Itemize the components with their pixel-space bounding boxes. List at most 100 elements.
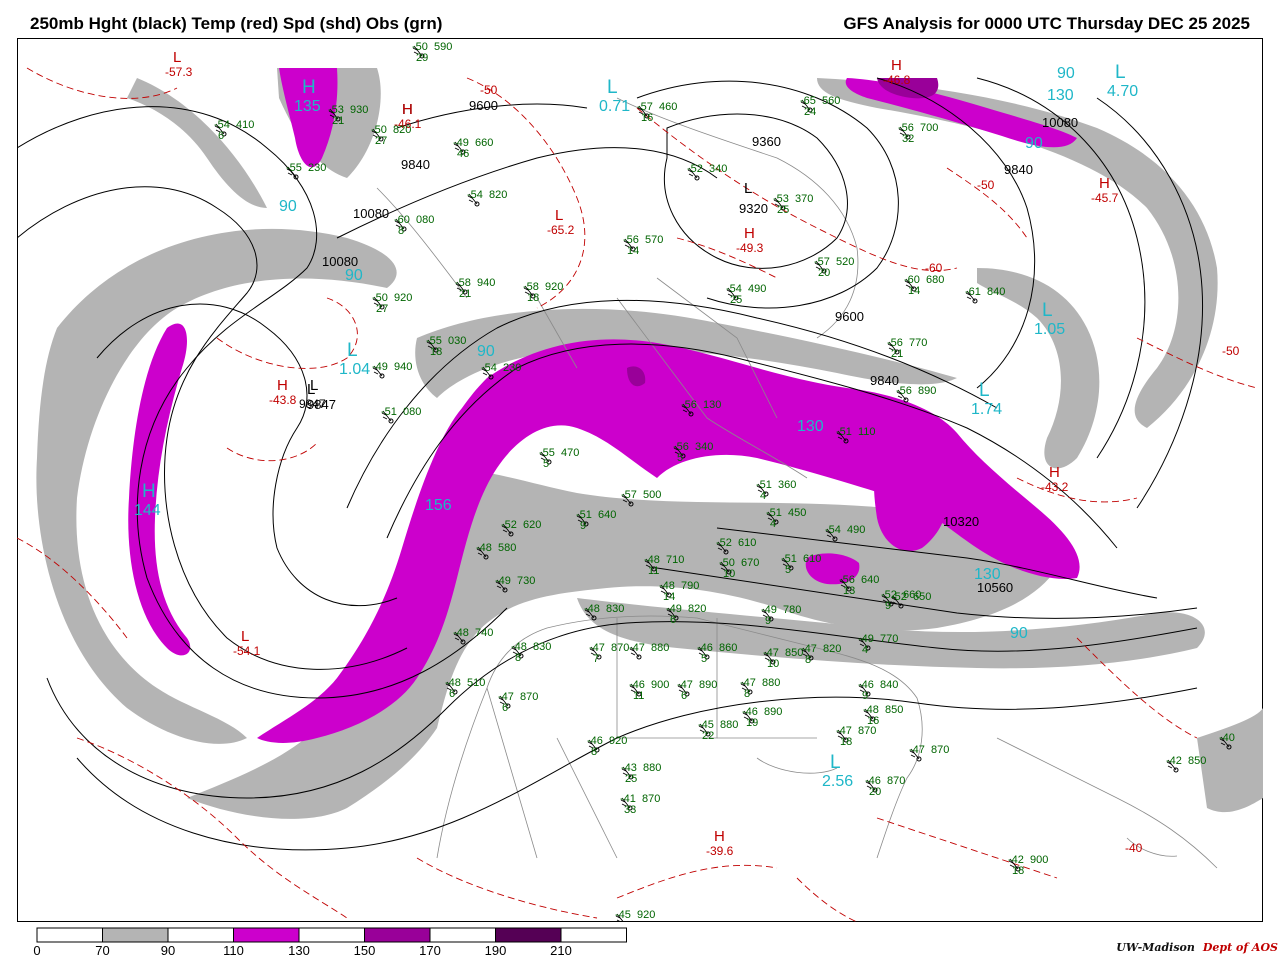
obs-height: 660: [475, 137, 493, 149]
obs-height: 820: [393, 124, 411, 136]
obs-height: 860: [719, 642, 737, 654]
center-marker-L: L: [241, 628, 249, 645]
obs-dewpoint: 8: [591, 746, 597, 758]
obs-height: 640: [861, 574, 879, 586]
obs-temp: -52: [501, 519, 517, 531]
obs-dewpoint: 27: [376, 303, 388, 315]
center-value: 1.04: [339, 361, 370, 378]
obs-dewpoint: 10: [767, 658, 779, 670]
obs-height: 840: [880, 679, 898, 691]
obs-height: 850: [1188, 755, 1206, 767]
obs-height: 710: [666, 554, 684, 566]
legend-box: [429, 927, 496, 943]
obs-height: 360: [778, 479, 796, 491]
weather-map: 9600984010080100809360932096009840984010…: [17, 38, 1263, 922]
obs-dewpoint: 6: [449, 688, 455, 700]
obs-height: 880: [643, 762, 661, 774]
obs-height: 490: [748, 283, 766, 295]
credit: UW-Madison Dept of AOS: [1116, 941, 1278, 954]
obs-height: 830: [533, 641, 551, 653]
speed-contour-label: 90: [1010, 625, 1028, 642]
height-contour-label: 9600: [835, 309, 864, 324]
obs-height: 920: [394, 292, 412, 304]
obs-height: 820: [489, 189, 507, 201]
obs-height: 940: [477, 277, 495, 289]
center-value: -45.7: [1091, 191, 1119, 205]
obs-dewpoint: 22: [702, 730, 714, 742]
center-value: -65.2: [547, 223, 575, 237]
obs-dewpoint: 18: [430, 346, 442, 358]
obs-temp: -49: [495, 575, 511, 587]
center-marker-L: L: [555, 207, 563, 224]
obs-dewpoint: 32: [902, 133, 914, 145]
center-marker-L: L: [1115, 62, 1126, 83]
obs-height: 560: [822, 95, 840, 107]
obs-temp: -56: [681, 399, 697, 411]
center-value: 1.05: [1034, 321, 1065, 338]
center-marker-L: L: [347, 340, 358, 361]
obs-height: 870: [611, 642, 629, 654]
obs-height: 940: [394, 361, 412, 373]
obs-height: 130: [703, 399, 721, 411]
obs-height: 610: [738, 537, 756, 549]
obs-height: 340: [695, 441, 713, 453]
obs-dewpoint: 14: [627, 245, 639, 257]
obs-dewpoint: 29: [416, 52, 428, 64]
obs-height: 080: [416, 214, 434, 226]
obs-dewpoint: 14: [663, 591, 675, 603]
obs-dewpoint: 8: [398, 225, 404, 237]
legend-tick-label: 130: [288, 943, 310, 958]
legend-box: [364, 927, 431, 943]
obs-dewpoint: 11: [633, 690, 644, 702]
temp-contour-label: -60: [925, 261, 943, 275]
obs-temp: -61: [965, 286, 981, 298]
legend-tick-label: 150: [354, 943, 376, 958]
obs-height: 870: [887, 775, 905, 787]
obs-height: 410: [236, 119, 254, 131]
obs-dewpoint: 10: [723, 568, 735, 580]
obs-height: 460: [659, 101, 677, 113]
obs-height: 490: [847, 524, 865, 536]
obs-height: 640: [598, 509, 616, 521]
obs-dewpoint: 9: [765, 615, 771, 627]
legend-box: [560, 927, 627, 943]
obs-height: 840: [987, 286, 1005, 298]
legend-box: [102, 927, 169, 943]
obs-dewpoint: 5: [785, 564, 791, 576]
obs-height: 680: [926, 274, 944, 286]
obs-dewpoint: 6: [502, 702, 508, 714]
obs-dewpoint: 5: [677, 452, 683, 464]
center-value: 135: [294, 98, 321, 115]
temp-contour-label: -40: [1125, 841, 1143, 855]
obs-dewpoint: 4: [770, 518, 776, 530]
obs-height: 900: [651, 679, 669, 691]
center-marker-L: L: [979, 380, 990, 401]
obs-height: 920: [545, 281, 563, 293]
center-value: 0.71: [599, 98, 630, 115]
center-value: 9847: [299, 397, 326, 411]
center-marker-H: H: [142, 481, 156, 502]
obs-height: 500: [643, 489, 661, 501]
obs-dewpoint: 46: [457, 148, 469, 160]
center-value: -54.1: [233, 644, 261, 658]
center-marker-L: L: [307, 381, 315, 398]
obs-height: 620: [523, 519, 541, 531]
obs-height: 790: [681, 580, 699, 592]
obs-dewpoint: 6: [681, 690, 687, 702]
obs-height: 780: [783, 604, 801, 616]
obs-temp: -47: [909, 744, 925, 756]
center-value: 4.70: [1107, 83, 1138, 100]
center-marker-L: L: [744, 180, 752, 197]
center-value: 2.56: [822, 773, 853, 790]
obs-height: 510: [467, 677, 485, 689]
map-frame: [17, 38, 1263, 922]
legend-tick-label: 110: [223, 943, 244, 958]
obs-height: 900: [1030, 854, 1048, 866]
obs-dewpoint: 18: [1012, 865, 1024, 877]
obs-height: 730: [517, 575, 535, 587]
legend-tick-label: 210: [550, 943, 572, 958]
center-value: -43.2: [1041, 480, 1069, 494]
obs-height: 890: [764, 706, 782, 718]
obs-temp: -56: [896, 385, 912, 397]
obs-temp: -54: [467, 189, 483, 201]
